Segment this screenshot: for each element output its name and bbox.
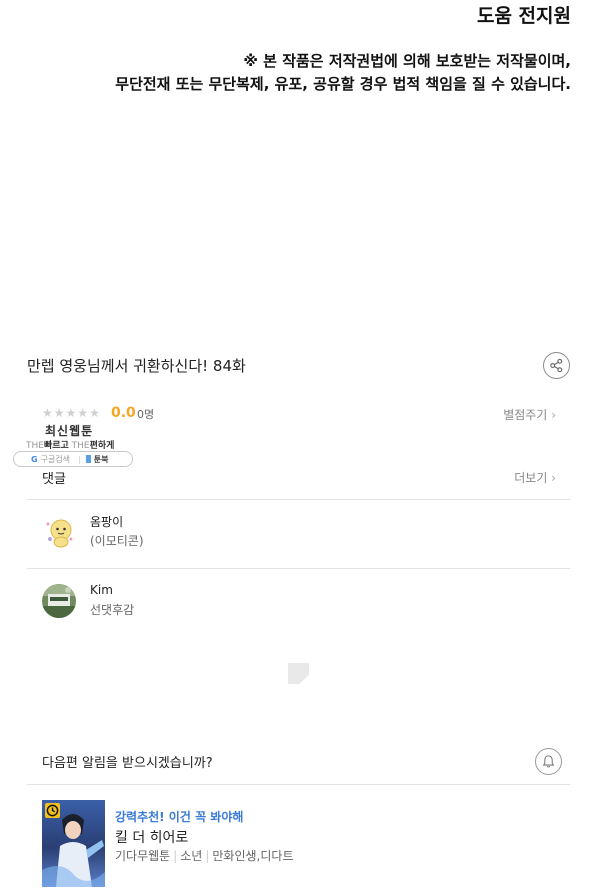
star-icon[interactable]: ★ <box>54 406 65 420</box>
badge-search-pill[interactable]: G 구글검색 | 툰북 <box>13 451 133 467</box>
recommend-meta: 기다무웹툰 | 소년 | 만화인생,디다트 <box>115 847 294 864</box>
avatar <box>42 584 76 618</box>
share-icon <box>550 358 563 373</box>
assistant-credit: 도움 전지원 <box>476 5 571 27</box>
meta-separator: | <box>173 849 178 863</box>
copyright-notice: ※ 본 작품은 저작권법에 의해 보호받는 저작물이며, 무단전재 또는 무단복… <box>115 50 571 96</box>
site-name: 툰북 <box>93 454 109 464</box>
chevron-right-icon: › <box>551 471 556 485</box>
badge-title[interactable]: 최신웹툰 <box>45 422 93 439</box>
comments-divider <box>27 499 570 500</box>
avatar <box>42 515 76 549</box>
recommend-tag: 강력추천! 이건 꼭 봐야해 <box>115 810 244 824</box>
emoticon-avatar-icon <box>42 515 76 549</box>
loading-placeholder-icon <box>288 663 309 684</box>
comment-divider <box>27 568 570 569</box>
book-icon <box>85 455 91 463</box>
comment-text: 선댓후감 <box>90 603 135 617</box>
clock-icon <box>46 804 59 817</box>
badge-fast: 빠르고 <box>43 441 69 451</box>
episode-title: 만렙 영웅님께서 귀환하신다! 84화 <box>27 357 246 375</box>
recommend-meta-item: 기다무웹툰 <box>115 849 171 863</box>
badge-the-2: THE <box>71 441 90 451</box>
copyright-line-2: 무단전재 또는 무단복제, 유포, 공유할 경우 법적 책임을 질 수 있습니다… <box>115 75 571 93</box>
notify-divider <box>27 784 570 785</box>
meta-separator: | <box>205 849 210 863</box>
google-icon: G <box>31 454 38 464</box>
comment-author[interactable]: 옴팡이 <box>90 513 123 530</box>
more-link-label: 더보기 <box>514 471 548 485</box>
recommend-thumbnail[interactable] <box>42 800 105 887</box>
photo-avatar-icon <box>42 584 76 618</box>
notification-question: 다음편 알림을 받으시겠습니까? <box>42 756 213 771</box>
notification-bell-button[interactable] <box>535 748 562 775</box>
chevron-right-icon: › <box>551 408 556 422</box>
star-icon[interactable]: ★ <box>42 406 53 420</box>
badge-slogan: THE빠르고 THE편하게 <box>26 438 114 451</box>
rating-stars[interactable]: ★ ★ ★ ★ ★ <box>42 406 100 420</box>
rating-count: 0명 <box>137 408 155 421</box>
badge-the-1: THE <box>26 441 44 451</box>
star-icon[interactable]: ★ <box>77 406 88 420</box>
copyright-line-1: ※ 본 작품은 저작권법에 의해 보호받는 저작물이며, <box>243 52 571 70</box>
recommend-meta-item: 만화인생,디다트 <box>212 849 294 863</box>
recommend-meta-item: 소년 <box>180 849 203 863</box>
star-icon[interactable]: ★ <box>66 406 77 420</box>
share-button[interactable] <box>543 352 570 379</box>
rate-link[interactable]: 별점주기 › <box>503 406 556 423</box>
bell-icon <box>542 755 555 768</box>
badge-easy: 편하게 <box>89 441 115 451</box>
comments-more-link[interactable]: 더보기 › <box>514 469 556 486</box>
recommend-title[interactable]: 킬 더 히어로 <box>115 827 188 847</box>
comment-author[interactable]: Kim <box>90 583 113 597</box>
rating-score: 0.0 <box>111 405 136 421</box>
google-search-label: 구글검색 <box>40 454 71 464</box>
pill-divider: | <box>78 454 81 464</box>
star-icon[interactable]: ★ <box>89 406 100 420</box>
comment-text: (이모티콘) <box>90 534 144 548</box>
comments-heading: 댓글 <box>42 472 66 487</box>
rate-link-label: 별점주기 <box>503 408 548 422</box>
